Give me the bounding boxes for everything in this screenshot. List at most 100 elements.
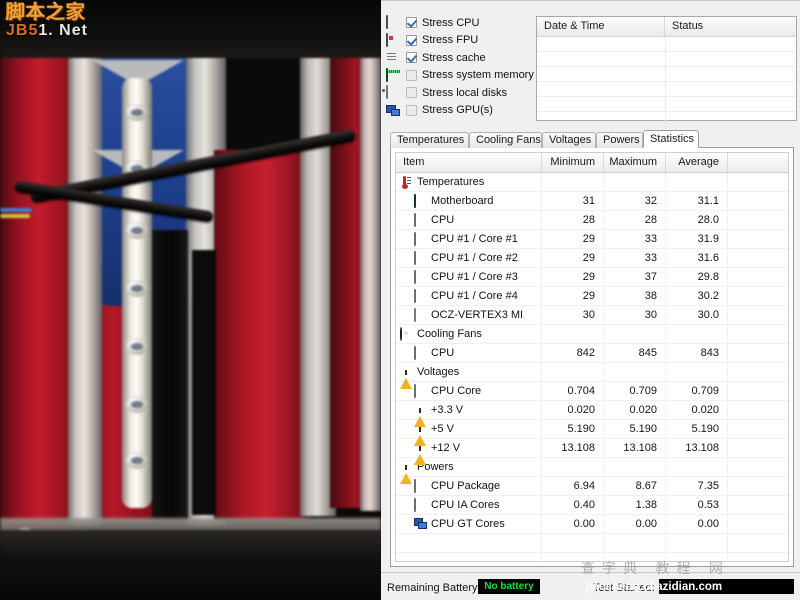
statistics-average-cell: 30.0 [666,306,728,324]
statistics-item-cell: CPU #1 / Core #3 [396,268,542,286]
column-header-item[interactable]: Item [396,153,542,172]
aida64-stability-test-window: Stress CPU Stress FPU Stress cache Stres… [381,0,800,600]
statistics-minimum-cell [542,173,604,191]
table-row[interactable]: Voltages [396,363,788,389]
watermark-cn-text: 脚本之家 [6,1,87,23]
statistics-average-cell [666,173,728,191]
statistics-item-label: CPU #1 / Core #4 [431,290,518,302]
statistics-item-label: CPU GT Cores [431,518,505,530]
table-row[interactable]: CPU #1 / Core #1 29 33 31.9 [396,230,788,249]
photo-knuckle [126,222,148,239]
screenshot-root: 脚本之家 JB51. Net Stress CPU Stress FPU Str… [0,0,800,600]
statistics-average-cell: 0.709 [666,382,728,400]
cpu-icon [414,250,428,265]
photo-red-fin-mid [214,150,310,520]
statistics-item-label: +3.3 V [431,404,464,416]
tab-powers[interactable]: Powers [596,132,643,148]
table-row[interactable]: +3.3 V 0.020 0.020 0.020 [396,401,788,427]
statistics-item-cell: CPU GT Cores [396,515,542,533]
table-row[interactable]: CPU Core 0.704 0.709 0.709 [396,382,788,401]
ssd-icon [414,307,428,322]
statistics-maximum-cell: 8.67 [604,477,666,495]
photo-knuckle [126,396,148,413]
table-row[interactable]: Cooling Fans [396,325,788,344]
table-row[interactable]: CPU 28 28 28.0 [396,211,788,230]
stress-option-stress-system-memory[interactable]: Stress system memory [386,67,534,85]
statistics-average-cell: 28.0 [666,211,728,229]
stress-option-stress-cpu[interactable]: Stress CPU [386,14,532,32]
statistics-item-label: CPU Core [431,385,482,397]
stress-cpu-checkbox[interactable] [406,17,417,29]
window-top-edge [381,0,800,7]
statistics-spacer-cell [728,496,788,514]
statistics-minimum-cell [542,458,604,476]
tab-temperatures[interactable]: Temperatures [390,132,469,148]
statistics-average-cell [666,458,728,476]
warning-icon [400,365,414,389]
photo-shadow-gap-2 [192,250,216,515]
statistics-maximum-cell: 5.190 [604,420,666,438]
column-header-maximum[interactable]: Maximum [604,153,666,172]
table-row[interactable]: CPU Package 6.94 8.67 7.35 [396,477,788,496]
stress-disks-checkbox[interactable] [406,87,417,99]
warning-icon [414,422,428,446]
statistics-item-cell: Temperatures [396,173,542,191]
table-row[interactable]: CPU #1 / Core #3 29 37 29.8 [396,268,788,287]
stress-option-stress-local-disks[interactable]: Stress local disks [386,84,532,102]
column-header-minimum[interactable]: Minimum [542,153,604,172]
statistics-average-cell: 0.020 [666,401,728,419]
statistics-item-label: CPU IA Cores [431,499,500,511]
table-row[interactable]: Powers [396,458,788,484]
cpu-icon [414,212,428,227]
statistics-average-cell: 0.53 [666,496,728,514]
stress-option-stress-gpus[interactable]: Stress GPU(s) [386,102,532,120]
statistics-item-cell: CPU #1 / Core #1 [396,230,542,248]
warning-icon [414,441,428,465]
column-header-date-time[interactable]: Date & Time [537,17,665,36]
statistics-minimum-cell: 0.020 [542,401,604,419]
statistics-average-cell: 31.1 [666,192,728,210]
table-row[interactable]: CPU IA Cores 0.40 1.38 0.53 [396,496,788,515]
stress-gpu-checkbox[interactable] [406,104,417,116]
statistics-minimum-cell [542,363,604,381]
stress-memory-checkbox[interactable] [406,69,417,81]
statistics-spacer-cell [728,230,788,248]
table-row[interactable]: OCZ-VERTEX3 MI 30 30 30.0 [396,306,788,325]
watermark-bottom-url: jiaocheng.chazidian.com [586,581,723,593]
event-log-header: Date & Time Status [537,17,796,37]
statistics-panel: Item Minimum Maximum Average Temperature… [390,148,794,567]
gpu-icon [414,518,428,531]
table-row[interactable]: +5 V 5.190 5.190 5.190 [396,420,788,446]
log-row [537,37,796,52]
stress-option-stress-fpu[interactable]: Stress FPU [386,32,532,50]
tab-cooling-fans[interactable]: Cooling Fans [469,132,542,148]
table-row[interactable]: CPU #1 / Core #2 29 33 31.6 [396,249,788,268]
stress-option-label: Stress cache [422,51,486,64]
statistics-spacer-cell [728,192,788,210]
tab-statistics[interactable]: Statistics [643,130,699,148]
statistics-spacer-cell [728,382,788,400]
table-row[interactable]: CPU 842 845 843 [396,344,788,363]
table-row[interactable]: Motherboard 31 32 31.1 [396,192,788,211]
column-header-status[interactable]: Status [665,17,796,36]
stress-fpu-checkbox[interactable] [406,34,417,46]
statistics-average-cell: 13.108 [666,439,728,457]
battery-value: No battery [484,581,534,592]
table-row[interactable]: CPU #1 / Core #4 29 38 30.2 [396,287,788,306]
photo-knuckle [126,452,148,469]
cpu-icon [414,497,428,512]
statistics-average-cell: 843 [666,344,728,362]
watermark-bottom-cn: 查字典 教程 网 [581,561,730,577]
column-header-average[interactable]: Average [666,153,728,172]
table-row[interactable]: +12 V 13.108 13.108 13.108 [396,439,788,465]
tab-voltages[interactable]: Voltages [542,132,596,148]
stress-cache-checkbox[interactable] [406,52,417,64]
statistics-minimum-cell: 0.00 [542,515,604,533]
stress-option-stress-cache[interactable]: Stress cache [386,49,532,67]
motherboard-icon [414,193,428,208]
statistics-grid[interactable]: Item Minimum Maximum Average Temperature… [395,152,789,562]
table-row[interactable]: CPU GT Cores 0.00 0.00 0.00 [396,515,788,534]
statistics-minimum-cell: 842 [542,344,604,362]
event-log-list[interactable]: Date & Time Status [536,16,797,127]
table-row[interactable]: Temperatures [396,173,788,192]
